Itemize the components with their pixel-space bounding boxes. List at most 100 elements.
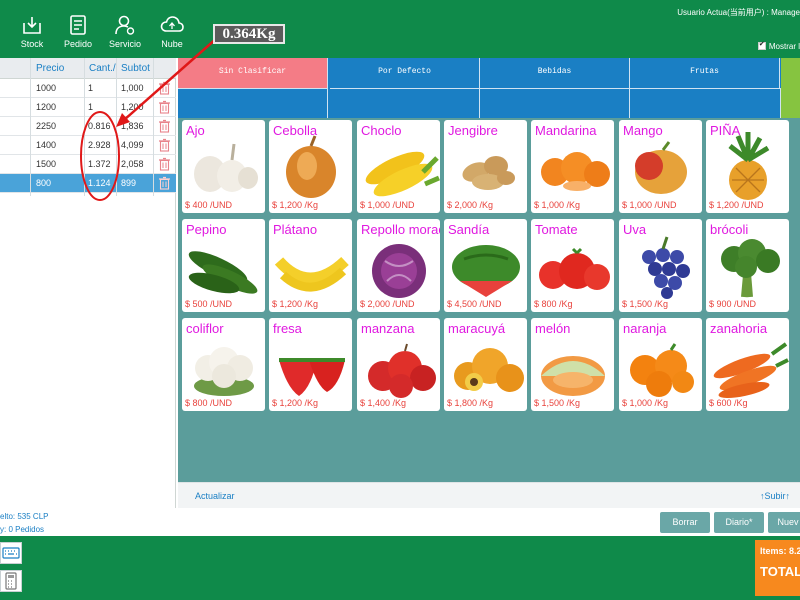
watermelon-icon bbox=[452, 245, 520, 297]
servicio-label: Servicio bbox=[108, 39, 141, 49]
product-card[interactable]: Repollo morado $ 2,000 /UND bbox=[357, 219, 440, 312]
quantity-cell: 2.928 bbox=[88, 140, 111, 150]
product-card[interactable]: naranja $ 1,000 /Kg bbox=[619, 318, 702, 411]
keyboard-button[interactable] bbox=[0, 542, 22, 564]
product-name: Sandía bbox=[448, 222, 490, 237]
column-header-precio: Precio bbox=[36, 63, 65, 74]
order-table-header: Precio Cant./ Subtot bbox=[0, 58, 176, 79]
pedido-button[interactable]: Pedido bbox=[56, 14, 100, 49]
ginger-icon bbox=[462, 156, 515, 190]
pedido-label: Pedido bbox=[63, 39, 93, 49]
product-card[interactable]: Uva $ 1,500 /Kg bbox=[619, 219, 702, 312]
stock-button[interactable]: Stock bbox=[10, 14, 54, 49]
subcategory-cell[interactable] bbox=[630, 88, 781, 118]
product-card[interactable]: Plátano $ 1,200 /Kg bbox=[269, 219, 352, 312]
product-name: Choclo bbox=[361, 123, 402, 138]
product-price: $ 1,200 /Kg bbox=[272, 200, 319, 210]
price-cell: 1000 bbox=[36, 83, 57, 93]
table-row[interactable]: 1400 2.928 4,099 bbox=[0, 136, 176, 155]
product-card[interactable]: maracuyá $ 1,800 /Kg bbox=[444, 318, 527, 411]
product-price: $ 900 /UND bbox=[709, 299, 757, 309]
mostrar-checkbox[interactable]: Mostrar l bbox=[757, 40, 800, 51]
product-price: $ 4,500 /UND bbox=[447, 299, 502, 309]
total-panel[interactable]: Items: 8.2 TOTAL bbox=[755, 540, 800, 596]
tab-sin-clasificar[interactable]: Sin Clasificar bbox=[178, 58, 328, 88]
broccoli-icon bbox=[721, 239, 780, 298]
product-card[interactable]: brócoli $ 900 /UND bbox=[706, 219, 789, 312]
product-name: Mango bbox=[623, 123, 663, 138]
checkbox-checked-icon[interactable] bbox=[757, 40, 766, 50]
trash-icon[interactable] bbox=[158, 119, 171, 133]
product-price: $ 1,000 /Kg bbox=[622, 398, 669, 408]
subtotal-cell: 899 bbox=[121, 178, 137, 188]
tab-bebidas[interactable]: Bebidas bbox=[480, 58, 630, 88]
table-row[interactable]: 2250 0.816 1,836 bbox=[0, 117, 176, 136]
product-card[interactable]: zanahoria $ 600 /Kg bbox=[706, 318, 789, 411]
product-price: $ 1,000 /UND bbox=[360, 200, 415, 210]
quantity-cell: 1 bbox=[88, 102, 94, 112]
subcategory-cell[interactable] bbox=[178, 88, 328, 118]
product-card[interactable]: Cebolla $ 1,200 /Kg bbox=[269, 120, 352, 213]
servicio-button[interactable]: Servicio bbox=[103, 14, 147, 49]
product-price: $ 1,000 /UND bbox=[622, 200, 677, 210]
calculator-button[interactable] bbox=[0, 570, 22, 592]
trash-icon[interactable] bbox=[158, 157, 171, 171]
price-cell: 2250 bbox=[36, 121, 57, 131]
product-card[interactable]: manzana $ 1,400 /Kg bbox=[357, 318, 440, 411]
product-name: maracuyá bbox=[448, 321, 506, 336]
action-buttons: Borrar Diario* Nuev bbox=[176, 508, 800, 536]
nuevo-button[interactable]: Nuev bbox=[768, 512, 800, 533]
product-card[interactable]: Ajo $ 400 /UND bbox=[182, 120, 265, 213]
product-card[interactable]: Jengibre $ 2,000 /Kg bbox=[444, 120, 527, 213]
top-toolbar: Stock Pedido Servicio Nube Usuario Actua… bbox=[0, 0, 800, 58]
mostrar-label: Mostrar l bbox=[768, 42, 800, 51]
price-cell: 800 bbox=[36, 178, 52, 188]
column-header-cantidad: Cant./ bbox=[89, 63, 116, 74]
column-divider bbox=[84, 58, 85, 196]
current-user-text: Usuario Actua(当前用户) : Manage bbox=[677, 8, 800, 17]
product-card[interactable]: Mango $ 1,000 /UND bbox=[619, 120, 702, 213]
product-name: Plátano bbox=[273, 222, 318, 237]
borrar-button[interactable]: Borrar bbox=[660, 512, 710, 533]
table-row[interactable]: 800 1.124 899 bbox=[0, 174, 176, 193]
quantity-cell: 0.816 bbox=[88, 121, 111, 131]
table-row[interactable]: 1500 1.372 2,058 bbox=[0, 155, 176, 174]
change-text: elto: 535 CLP bbox=[0, 512, 49, 521]
product-card[interactable]: Sandía $ 4,500 /UND bbox=[444, 219, 527, 312]
left-footer: elto: 535 CLP y: 0 Pedidos bbox=[0, 508, 176, 536]
subcategory-cell[interactable] bbox=[480, 88, 630, 118]
product-card[interactable]: fresa $ 1,200 /Kg bbox=[269, 318, 352, 411]
tab-frutas[interactable]: Frutas bbox=[630, 58, 780, 88]
product-name: melón bbox=[535, 321, 571, 336]
product-card[interactable]: Pepino $ 500 /UND bbox=[182, 219, 265, 312]
strawberry-icon bbox=[279, 358, 345, 396]
subcategory-cell[interactable] bbox=[330, 88, 480, 118]
actualizar-link[interactable]: Actualizar bbox=[195, 491, 235, 501]
table-row[interactable]: 1200 1 1,200 bbox=[0, 98, 176, 117]
product-card[interactable]: Choclo $ 1,000 /UND bbox=[357, 120, 440, 213]
product-price: $ 1,400 /Kg bbox=[360, 398, 407, 408]
banana-icon bbox=[274, 256, 349, 292]
product-card[interactable]: Mandarina $ 1,000 /Kg bbox=[531, 120, 614, 213]
trash-icon[interactable] bbox=[158, 176, 171, 190]
pineapple-icon bbox=[728, 132, 770, 200]
tab-por-defecto[interactable]: Por Defecto bbox=[330, 58, 480, 88]
quantity-cell: 1.124 bbox=[88, 178, 111, 188]
product-price: $ 1,200 /Kg bbox=[272, 299, 319, 309]
product-card[interactable]: coliflor $ 800 /UND bbox=[182, 318, 265, 411]
trash-icon[interactable] bbox=[158, 138, 171, 152]
subtotal-cell: 1,200 bbox=[121, 102, 144, 112]
pending-orders-text: y: 0 Pedidos bbox=[0, 525, 45, 534]
trash-icon[interactable] bbox=[158, 100, 171, 114]
diario-button[interactable]: Diario* bbox=[714, 512, 764, 533]
table-row[interactable]: 1000 1 1,000 bbox=[0, 79, 176, 98]
product-name: naranja bbox=[623, 321, 667, 336]
product-card[interactable]: melón $ 1,500 /Kg bbox=[531, 318, 614, 411]
product-card[interactable]: Tomate $ 800 /Kg bbox=[531, 219, 614, 312]
subir-link[interactable]: ↑Subir↑ bbox=[760, 491, 790, 501]
subtotal-cell: 1,836 bbox=[121, 121, 144, 131]
nube-button[interactable]: Nube bbox=[150, 14, 194, 49]
subtotal-cell: 4,099 bbox=[121, 140, 144, 150]
trash-icon[interactable] bbox=[158, 81, 171, 95]
product-card[interactable]: PIÑA $ 1,200 /UND bbox=[706, 120, 789, 213]
